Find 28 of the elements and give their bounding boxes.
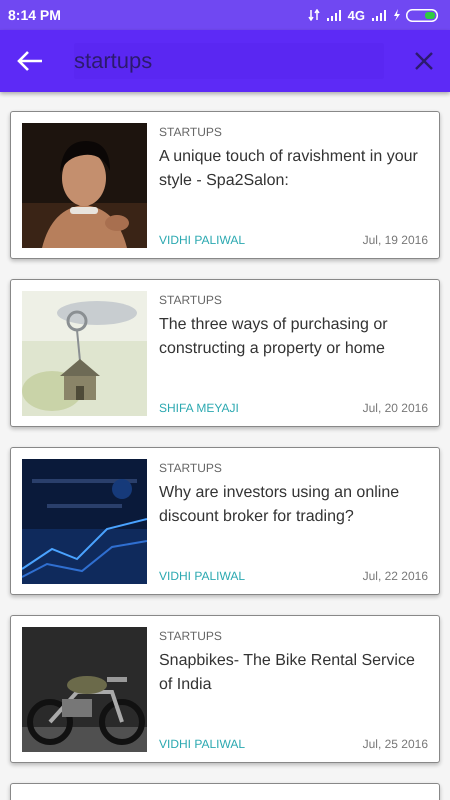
article-title: A unique touch of ravishment in your style - Spa2Salon: — [159, 147, 419, 191]
article-date: Jul, 20 2016 — [362, 401, 428, 415]
article-card[interactable]: STARTUPS Snapbikes- The Bike Rental Service of India VIDHI PALIWAL Jul, 25 2016 — [10, 615, 440, 763]
article-author: SHIFA MEYAJI — [159, 401, 239, 415]
article-card[interactable]: STARTUPS Why are investors using an online discount broker for trading? VIDHI PALIWAL Jul, 22 2016 — [10, 447, 440, 595]
article-category: STARTUPS — [159, 461, 223, 475]
battery-icon — [406, 8, 438, 22]
back-button[interactable] — [16, 49, 44, 73]
data-arrows-icon — [308, 9, 320, 21]
signal-icon — [371, 10, 387, 20]
article-category: STARTUPS — [159, 293, 223, 307]
article-date: Jul, 22 2016 — [362, 569, 428, 583]
article-category: STARTUPS — [159, 125, 223, 139]
article-card[interactable]: STARTUPS A unique touch of ravishment in your style - Spa2Salon: VIDHI PALIWAL Jul, 19 2016 — [10, 111, 440, 259]
article-date: Jul, 19 2016 — [362, 233, 428, 247]
article-title: Why are investors using an online discount broker for trading? — [159, 483, 400, 527]
article-author: VIDHI PALIWAL — [159, 233, 246, 247]
article-title: The three ways of purchasing or constructing a property or home — [159, 315, 389, 359]
charging-icon — [393, 9, 400, 21]
article-date: Jul, 25 2016 — [362, 737, 428, 751]
status-time: 8:14 PM — [8, 7, 61, 23]
article-author: VIDHI PALIWAL — [159, 569, 246, 583]
article-category: STARTUPS — [159, 629, 223, 643]
network-type: 4G — [348, 8, 365, 22]
article-author: VIDHI PALIWAL — [159, 737, 246, 751]
signal-icon — [326, 10, 342, 20]
article-card[interactable]: STARTUPS The three ways of purchasing or constructing a property or home SHIFA MEYAJI Jul, 20 2016 — [10, 279, 440, 427]
article-title: Snapbikes- The Bike Rental Service of India — [159, 651, 416, 695]
